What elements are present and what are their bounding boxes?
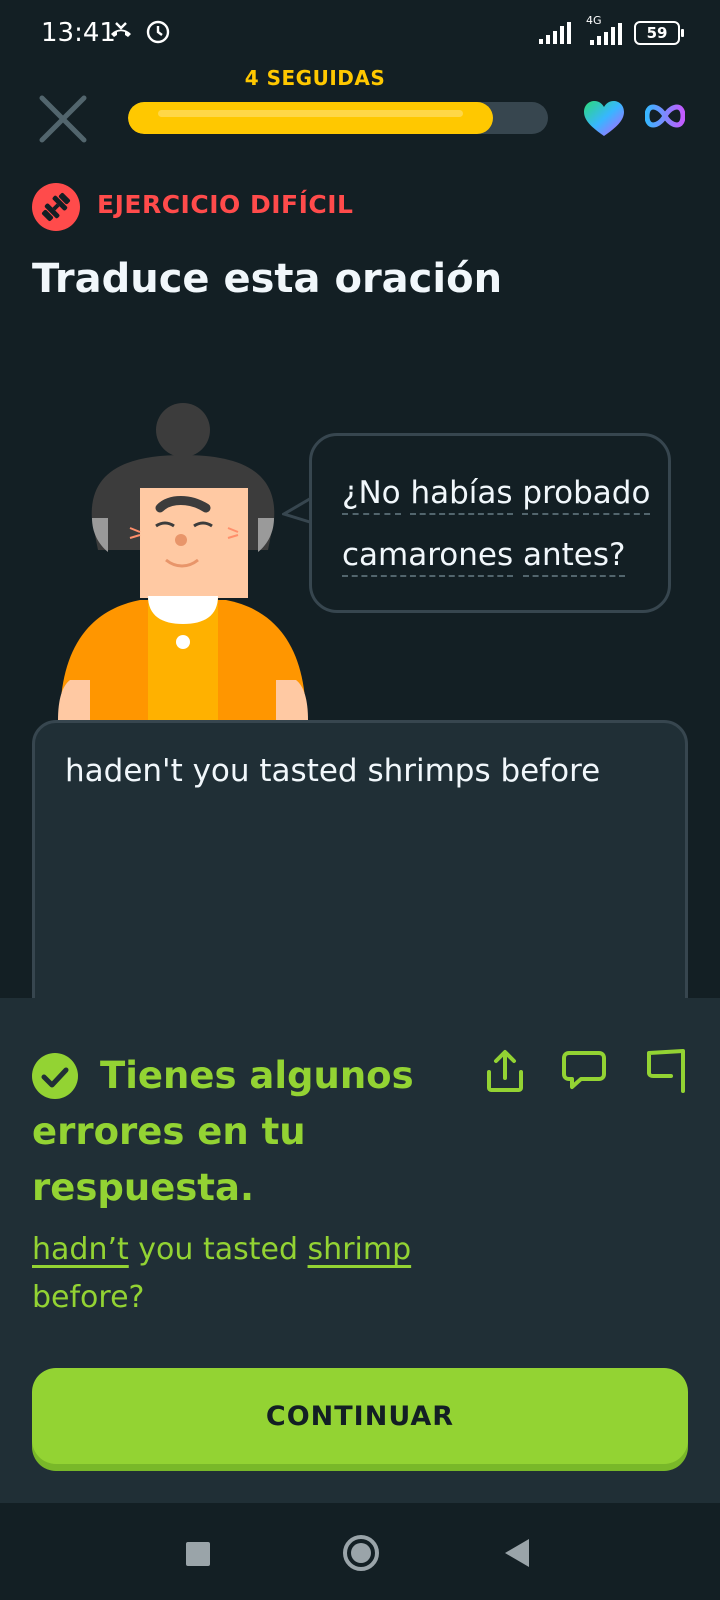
close-icon[interactable]	[37, 93, 89, 145]
comment-icon[interactable]	[561, 1048, 607, 1094]
status-time: 13:41	[41, 18, 116, 48]
battery-level: 59	[646, 24, 668, 42]
correction-text: before?	[32, 1280, 145, 1315]
hard-exercise-label: EJERCICIO DIFÍCIL	[97, 190, 354, 219]
alarm-icon	[146, 20, 170, 44]
infinity-icon[interactable]	[645, 103, 685, 129]
heart-icon[interactable]	[583, 100, 625, 138]
prompt-word[interactable]: antes?	[523, 537, 626, 577]
back-icon[interactable]	[505, 1539, 529, 1567]
share-icon[interactable]	[482, 1048, 528, 1094]
prompt-line-2: camarones antes?	[342, 524, 638, 586]
correction-word: hadn’t	[32, 1232, 129, 1267]
home-icon[interactable]	[343, 1535, 379, 1571]
prompt-word[interactable]: probado	[522, 475, 651, 515]
continue-button[interactable]: CONTINUAR	[32, 1368, 688, 1464]
prompt-line-1: ¿No habías probado	[342, 462, 651, 524]
speech-bubble: ¿No habías probado camarones antes?	[309, 433, 671, 613]
prompt-word[interactable]: habías	[410, 475, 513, 515]
correction-word: shrimp	[307, 1232, 412, 1267]
streak-label: 4 SEGUIDAS	[244, 66, 386, 90]
recent-apps-icon[interactable]	[186, 1542, 210, 1566]
answer-text: haden't you tasted shrimps before	[65, 753, 601, 789]
signal-icon	[539, 22, 571, 44]
prompt-word[interactable]: camarones	[342, 537, 514, 577]
character-illustration	[58, 403, 308, 720]
battery-icon: 59	[634, 21, 684, 45]
android-nav-bar	[0, 1503, 720, 1600]
page-title: Traduce esta oración	[32, 256, 503, 302]
status-bar: 13:41 4G 59	[0, 0, 720, 66]
signal-4g-icon: 4G	[582, 14, 626, 46]
lesson-progress-fill	[128, 102, 494, 134]
lesson-progress-bar	[128, 102, 548, 134]
correction-text: you tasted	[128, 1232, 308, 1267]
report-flag-icon[interactable]	[643, 1048, 689, 1094]
feedback-title: Tienes algunos errores en tu respuesta.	[32, 1054, 414, 1209]
progress-shine	[158, 110, 464, 117]
missed-call-icon	[111, 22, 131, 37]
correct-answer: hadn’t you tasted shrimp before?	[32, 1226, 452, 1322]
feedback-panel: Tienes algunos errores en tu respuesta. …	[0, 998, 720, 1503]
dumbbell-icon	[32, 183, 80, 231]
prompt-word[interactable]: ¿No	[342, 475, 401, 515]
